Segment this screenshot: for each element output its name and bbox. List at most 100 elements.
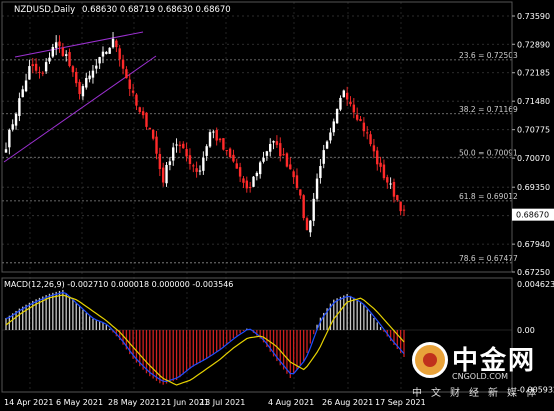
candle-body [138, 107, 141, 112]
candle-body [319, 166, 322, 179]
candle-body [98, 57, 101, 64]
candle-body [208, 132, 212, 147]
candle-body [325, 141, 329, 149]
candle-body [392, 181, 396, 197]
candle-body [215, 129, 218, 141]
candle-body [54, 42, 58, 48]
fib-level-label: 61.8 = 0.69012 [459, 192, 518, 201]
candle-body [111, 38, 115, 48]
candle-body [379, 162, 382, 167]
price-tick-label: 0.72890 [517, 40, 550, 49]
candle-body [252, 176, 255, 187]
candle-body [61, 47, 65, 56]
candle-body [88, 75, 91, 80]
candle-body [205, 146, 208, 156]
candle-body [232, 154, 235, 162]
chart-header-ohlc: 0.68630 0.68719 0.68630 0.68670 [82, 5, 231, 15]
candle-body [366, 132, 369, 134]
candle-body [372, 145, 376, 152]
candle-body [161, 167, 165, 183]
watermark-url: CNGOLD.COM [452, 372, 509, 381]
candle [252, 175, 255, 188]
candle-body [44, 62, 48, 72]
fib-level-label: 78.6 = 0.67477 [459, 254, 518, 263]
candle-body [58, 41, 61, 47]
candle-body [282, 154, 285, 156]
price-tick-label: 0.73590 [517, 12, 550, 21]
candle-body [228, 148, 232, 158]
candle-body [21, 89, 24, 98]
candle-body [95, 65, 98, 69]
price-tick-label: 0.67940 [517, 240, 550, 249]
candle [108, 47, 111, 54]
time-tick-label: 13 Jul 2021 [200, 398, 245, 407]
candle-body [68, 52, 71, 67]
candle [285, 152, 289, 168]
candle-body [342, 90, 345, 98]
chart-header-symbol: NZDUSD,Daily [14, 5, 75, 15]
candle-body [85, 77, 88, 88]
time-tick-label: 4 Aug 2021 [268, 398, 314, 407]
candle [342, 89, 345, 98]
candle-body [382, 164, 386, 179]
candle [335, 108, 339, 124]
candle-body [48, 57, 51, 62]
candle-body [158, 154, 162, 170]
candle-body [299, 189, 302, 196]
candle-body [8, 129, 11, 148]
current-price-tag: 0.68670 [512, 208, 554, 221]
candle-body [91, 70, 95, 78]
candle-body [345, 92, 349, 100]
candle-body [289, 164, 292, 170]
time-tick-label: 28 May 2021 [108, 398, 160, 407]
candle-body [349, 101, 352, 105]
price-tick-label: 0.70775 [517, 126, 550, 135]
candle-body [285, 153, 289, 167]
candle-body [135, 94, 138, 106]
candle-body [396, 195, 399, 201]
candle-body [362, 122, 366, 132]
candle-body [14, 113, 18, 126]
candle [148, 127, 152, 130]
candle-body [185, 149, 188, 157]
candle-body [225, 150, 228, 152]
macd-tick-label: 0.004623 [517, 280, 554, 289]
time-tick-label: 14 Apr 2021 [4, 398, 53, 407]
candle-body [41, 72, 44, 74]
candle-body [11, 124, 14, 130]
candle-body [339, 97, 342, 110]
candle [222, 138, 225, 151]
candle-body [352, 104, 356, 113]
fib-level-label: 50.0 = 0.70091 [459, 148, 518, 157]
candle-body [386, 177, 389, 183]
time-tick-label: 26 Aug 2021 [322, 398, 373, 407]
candle-body [75, 71, 78, 84]
candle-body [121, 59, 125, 69]
candle-body [51, 46, 55, 57]
price-tick-label: 0.69350 [517, 183, 550, 192]
candle-body [175, 144, 178, 146]
candle-body [218, 138, 222, 141]
candle-body [108, 47, 111, 54]
candle-body [105, 51, 108, 54]
candle-body [222, 138, 225, 150]
candle-body [145, 112, 148, 127]
candle-body [195, 168, 198, 172]
candle-body [279, 143, 282, 157]
fib-level-label: 23.6 = 0.72503 [459, 51, 518, 60]
candle-body [31, 64, 34, 67]
candle-body [265, 151, 269, 156]
candle-body [182, 143, 185, 149]
candle-body [399, 201, 402, 212]
time-tick-label: 6 May 2021 [56, 398, 103, 407]
candle [302, 194, 305, 221]
candle-body [255, 172, 259, 177]
candle-body [332, 121, 335, 133]
candle-body [302, 195, 305, 219]
candle-body [18, 98, 21, 116]
candle-body [38, 71, 41, 73]
candle-body [24, 80, 28, 92]
candle-body [118, 48, 121, 60]
candle-body [202, 157, 205, 171]
candle-body [305, 218, 309, 231]
